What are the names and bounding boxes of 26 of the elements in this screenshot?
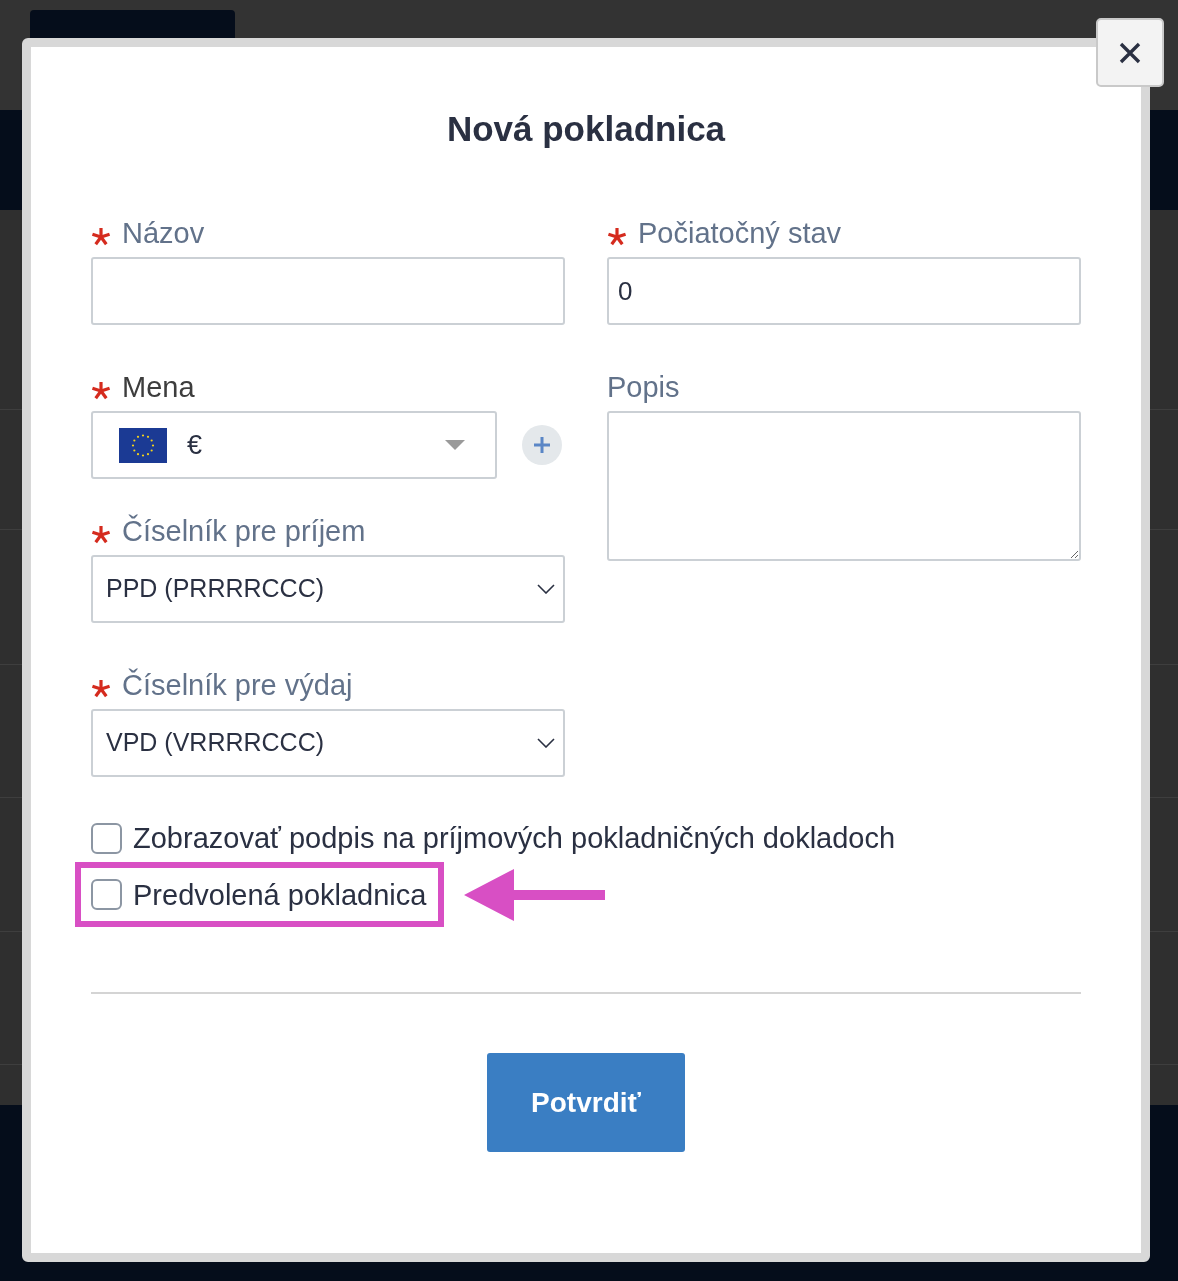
text-field[interactable]: 0: [607, 257, 1081, 325]
close-icon: [1119, 41, 1141, 64]
text-field[interactable]: [91, 257, 565, 325]
field-label: Popis: [607, 370, 680, 405]
textarea-field[interactable]: [607, 411, 1081, 561]
select-field[interactable]: VPD (VRRRRCCC): [91, 709, 565, 777]
select-field[interactable]: PPD (PRRRRCCC): [91, 555, 565, 623]
caret-down-icon: [445, 440, 465, 450]
field-label: Mena: [122, 370, 195, 405]
currency-select[interactable]: €: [91, 411, 497, 479]
checkbox-label: Predvolená pokladnica: [133, 877, 427, 913]
checkbox-label: Zobrazovať podpis na príjmových pokladničných dokladoch: [133, 821, 896, 856]
add-button[interactable]: [522, 425, 562, 465]
checkbox[interactable]: [91, 822, 122, 854]
close-button[interactable]: [1096, 18, 1164, 87]
checkbox[interactable]: [91, 879, 122, 910]
field-label: Číselník pre príjem: [122, 513, 366, 549]
flag-icon: [119, 427, 167, 463]
dialog-title: Nová pokladnica: [445, 109, 727, 149]
field-label: Názov: [122, 216, 205, 251]
plus-icon: [534, 437, 550, 453]
field-label: Číselník pre výdaj: [122, 667, 353, 703]
chevron-down-icon: [537, 584, 555, 594]
chevron-down-icon: [537, 738, 555, 748]
confirm-button[interactable]: Potvrdiť: [487, 1053, 685, 1152]
field-label: Počiatočný stav: [638, 216, 842, 251]
